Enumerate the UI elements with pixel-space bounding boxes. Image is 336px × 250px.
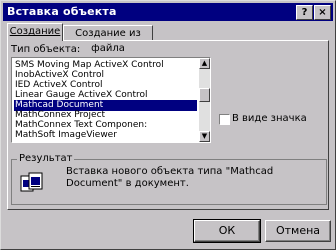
tab-create-from-file[interactable]: Создание из файла xyxy=(63,25,153,54)
scroll-up-icon[interactable]: ▲ xyxy=(199,58,210,69)
insert-object-icon xyxy=(20,172,43,192)
as-icon-checkbox[interactable] xyxy=(219,114,230,125)
as-icon-label[interactable]: В виде значка xyxy=(232,113,307,124)
tab-create-label: Создание xyxy=(9,26,61,37)
insert-object-dialog: Вставка объекта ? × Создание Создание из… xyxy=(0,0,336,250)
list-item[interactable]: MathSoft ImageViewer xyxy=(14,130,197,141)
dialog-title: Вставка объекта xyxy=(7,5,117,18)
scroll-thumb[interactable] xyxy=(199,88,210,102)
ok-button[interactable]: ОК xyxy=(193,219,261,243)
cancel-button[interactable]: Отмена xyxy=(265,220,331,242)
result-text: Вставка нового объекта типа "Mathcad Doc… xyxy=(66,166,274,189)
result-groupbox: Результат Вставка нового объекта типа "M… xyxy=(11,153,327,205)
close-button[interactable]: × xyxy=(314,5,331,20)
scroll-down-icon[interactable]: ▼ xyxy=(199,131,210,142)
help-button[interactable]: ? xyxy=(296,5,313,20)
object-type-list[interactable]: SMS Moving Map ActiveX Control InobActiv… xyxy=(11,57,211,143)
object-type-label: Тип объекта: xyxy=(11,44,81,55)
tab-create[interactable]: Создание xyxy=(7,23,63,41)
title-bar[interactable]: Вставка объекта ? × xyxy=(3,3,333,21)
result-title: Результат xyxy=(17,153,75,164)
list-scrollbar[interactable]: ▲ ▼ xyxy=(199,58,210,142)
